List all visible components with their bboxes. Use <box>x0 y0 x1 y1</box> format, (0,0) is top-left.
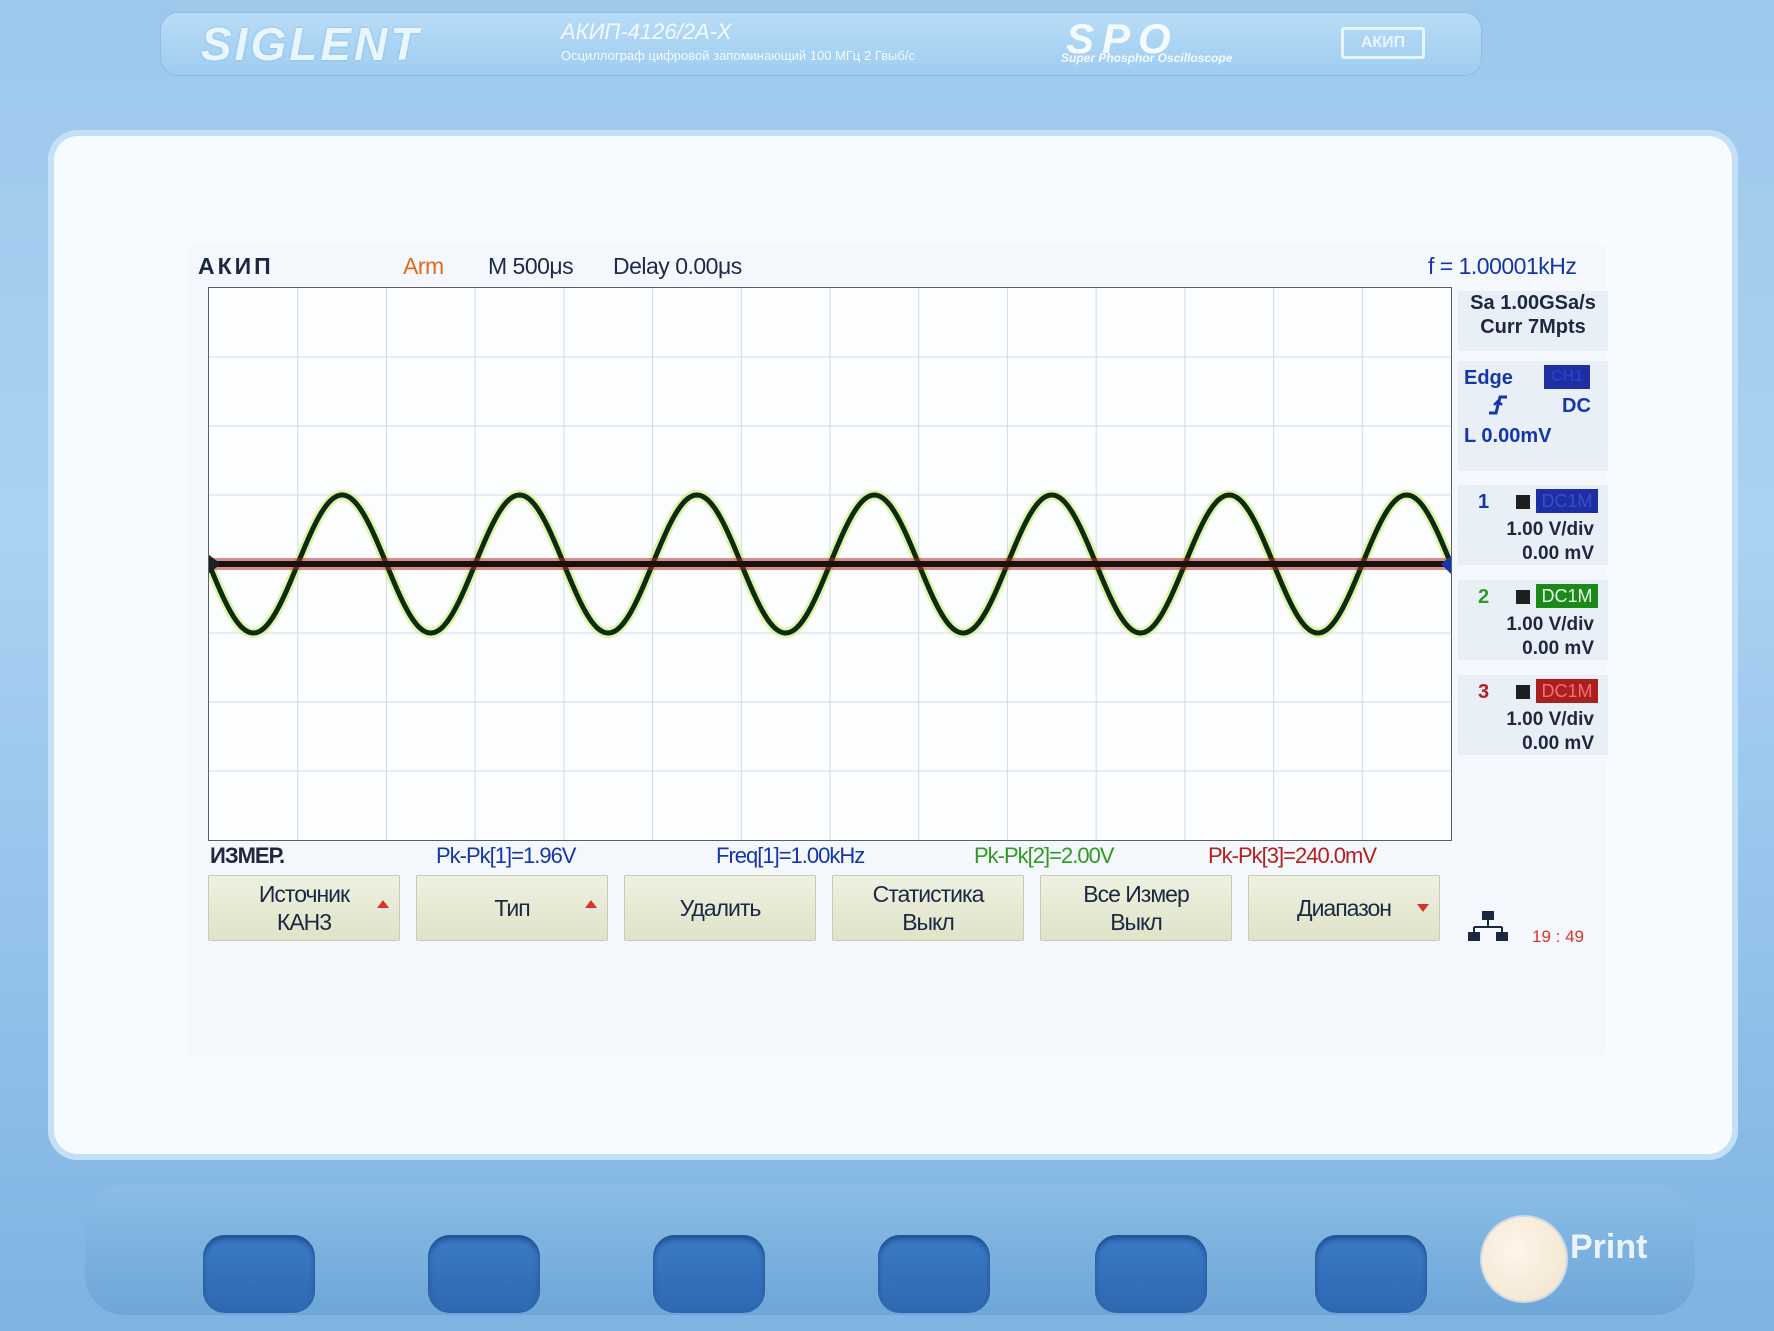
clock: 19 : 49 <box>1532 927 1584 946</box>
hardware-softkey-6[interactable] <box>1315 1235 1427 1313</box>
channel-3-number: 3 <box>1478 681 1490 703</box>
hardware-softkey-4[interactable] <box>878 1235 990 1313</box>
channel-1-number: 1 <box>1478 491 1490 513</box>
softkey-delete-label: Удалить <box>679 895 762 921</box>
trigger-coupling: DC <box>1562 395 1591 417</box>
channel-2-number: 2 <box>1478 586 1490 608</box>
waveform-chart <box>209 288 1451 840</box>
channel-1-indicator <box>1516 495 1530 509</box>
screen-brand-label: АКИП <box>198 253 274 279</box>
softkey-source[interactable]: Источник КАН3 <box>208 875 400 941</box>
instrument-header: SIGLENT АКИП-4126/2А-Х Осциллограф цифро… <box>160 12 1482 76</box>
channel-1-info[interactable]: 1 DC1M 1.00 V/div 0.00 mV <box>1458 485 1608 565</box>
print-label: Print <box>1570 1228 1648 1266</box>
arrow-icon <box>585 900 597 908</box>
acquisition-status: Arm <box>403 253 444 279</box>
brand-text: SIGLENT <box>201 18 422 70</box>
hardware-softkey-5[interactable] <box>1095 1235 1207 1313</box>
arrow-icon <box>377 900 389 908</box>
rising-edge-icon <box>1486 393 1510 423</box>
channel-2-indicator <box>1516 590 1530 604</box>
arrow-icon <box>1417 904 1429 912</box>
measure-freq-ch1: Freq[1]=1.00kHz <box>716 843 865 868</box>
channel-1-scale: 1.00 V/div <box>1506 519 1594 540</box>
softkey-all-measure-value: Выкл <box>1110 909 1163 935</box>
channel-3-scale: 1.00 V/div <box>1506 709 1594 730</box>
channel-2-info[interactable]: 2 DC1M 1.00 V/div 0.00 mV <box>1458 580 1608 660</box>
channel-2-offset: 0.00 mV <box>1522 638 1594 659</box>
measure-pkpk-ch2: Pk-Pk[2]=2.00V <box>974 843 1114 868</box>
channel-2-scale: 1.00 V/div <box>1506 614 1594 635</box>
measure-title: ИЗМЕР. <box>210 843 285 868</box>
hardware-softkey-1[interactable] <box>203 1235 315 1313</box>
softkey-source-label: Источник <box>258 881 350 907</box>
softkey-range[interactable]: Диапазон <box>1248 875 1440 941</box>
waveform-display <box>208 287 1452 841</box>
softkey-type-label: Тип <box>494 895 530 921</box>
trigger-source-badge: CH1 <box>1544 365 1590 389</box>
measurement-row: ИЗМЕР. Pk-Pk[1]=1.96V Freq[1]=1.00kHz Pk… <box>208 843 1598 869</box>
delay-readout: Delay 0.00μs <box>613 253 742 279</box>
channel-3-indicator <box>1516 685 1530 699</box>
softkey-all-measure[interactable]: Все Измер Выкл <box>1040 875 1232 941</box>
model-name: АКИП-4126/2А-Х <box>561 19 732 44</box>
sample-rate: Sa 1.00GSa/s <box>1470 292 1596 314</box>
brand-logo: SIGLENT <box>201 18 541 70</box>
channel-2-coupling: DC1M <box>1536 584 1598 608</box>
softkey-statistics-value: Выкл <box>902 909 955 935</box>
channel-1-coupling: DC1M <box>1536 489 1598 513</box>
softkey-type[interactable]: Тип <box>416 875 608 941</box>
memory-depth: Curr 7Mpts <box>1480 316 1586 338</box>
channel-1-offset: 0.00 mV <box>1522 543 1594 564</box>
channel-3-offset: 0.00 mV <box>1522 733 1594 754</box>
hardware-button-bar <box>85 1185 1695 1315</box>
timebase-readout: M 500μs <box>488 253 574 279</box>
akip-badge: АКИП <box>1341 27 1425 59</box>
spo-subtitle: Super Phosphor Oscilloscope <box>1061 51 1233 65</box>
channel-3-coupling: DC1M <box>1536 679 1598 703</box>
hardware-softkey-3[interactable] <box>653 1235 765 1313</box>
softkey-source-value: КАН3 <box>276 909 332 935</box>
acquisition-info: Sa 1.00GSa/s Curr 7Mpts <box>1458 291 1608 351</box>
channel-3-info[interactable]: 3 DC1M 1.00 V/div 0.00 mV <box>1458 675 1608 755</box>
hardware-softkey-2[interactable] <box>428 1235 540 1313</box>
frequency-readout: f = 1.00001kHz <box>1428 253 1577 279</box>
softkey-all-measure-label: Все Измер <box>1083 881 1190 907</box>
model-description: Осциллограф цифровой запоминающий 100 МГ… <box>561 48 915 63</box>
trigger-info: Edge CH1 DC L 0.00mV <box>1458 361 1608 471</box>
trigger-type: Edge <box>1464 367 1513 389</box>
network-icon <box>1468 909 1508 948</box>
softkey-statistics-label: Статистика <box>872 881 985 907</box>
measure-pkpk-ch3: Pk-Pk[3]=240.0mV <box>1208 843 1377 868</box>
softkey-range-label: Диапазон <box>1297 895 1392 921</box>
right-info-panel: Sa 1.00GSa/s Curr 7Mpts Edge CH1 DC L 0.… <box>1450 287 1608 839</box>
trigger-level: L 0.00mV <box>1464 425 1552 447</box>
softkey-delete[interactable]: Удалить <box>624 875 816 941</box>
oscilloscope-screen: АКИП Arm M 500μs Delay 0.00μs f = 1.0000… <box>188 245 1608 1055</box>
print-button[interactable] <box>1480 1215 1568 1303</box>
measure-pkpk-ch1: Pk-Pk[1]=1.96V <box>436 843 576 868</box>
softkey-statistics[interactable]: Статистика Выкл <box>832 875 1024 941</box>
